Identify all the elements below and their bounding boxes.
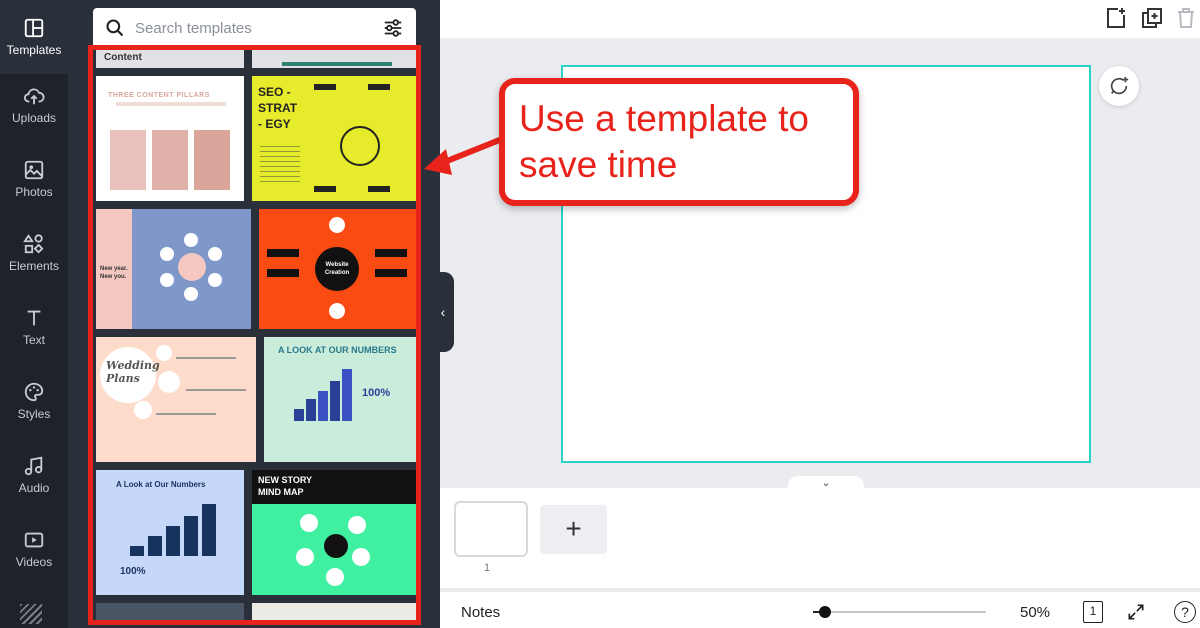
video-icon (24, 532, 44, 548)
callout-text: Use a template to save time (519, 98, 809, 185)
template-title: New year. New you. (100, 266, 128, 280)
more-pattern-icon[interactable] (20, 604, 42, 624)
template-title: SEO - STRAT - EGY (258, 85, 298, 131)
template-thumb[interactable]: Wedding Plans (96, 337, 256, 462)
template-title: Wedding Plans (106, 359, 160, 385)
stat-percent: 100% (120, 566, 146, 577)
nav-item-text[interactable]: Text (0, 290, 68, 364)
text-icon (27, 310, 41, 326)
page-count-button[interactable]: 1 (1083, 601, 1103, 623)
template-thumb[interactable]: SEO - STRAT - EGY (252, 76, 416, 201)
template-thumb[interactable]: THREE CONTENT PILLARS (96, 76, 244, 201)
search-icon (106, 19, 124, 37)
help-button[interactable]: ? (1174, 601, 1196, 623)
template-title: A LOOK AT OUR NUMBERS (278, 345, 397, 355)
nav-item-label: Text (22, 333, 45, 347)
template-thumb[interactable]: Website Creation (259, 209, 416, 329)
callout-box: Use a template to save time (499, 78, 859, 206)
add-page-button[interactable]: + (540, 505, 607, 554)
nav-item-audio[interactable]: Audio (0, 438, 68, 512)
templates-panel: Search templates Content THREE CONTENT P… (68, 0, 440, 628)
template-thumb[interactable]: NEW STORY MIND MAP (252, 470, 416, 595)
nav-item-label: Elements (8, 259, 60, 273)
collapse-panel-button[interactable]: ‹ (432, 272, 454, 352)
nav-item-styles[interactable]: Styles (0, 364, 68, 438)
stat-percent: 100% (362, 387, 391, 399)
nav-item-label: Photos (15, 185, 53, 199)
nav-item-videos[interactable]: Videos (0, 512, 68, 586)
nav-item-label: Videos (15, 555, 53, 569)
image-icon (24, 160, 44, 180)
shapes-icon (23, 234, 44, 254)
cloud-upload-icon (23, 88, 45, 105)
template-thumb[interactable] (252, 50, 416, 68)
nav-item-photos[interactable]: Photos (0, 142, 68, 216)
search-input[interactable]: Search templates (135, 20, 382, 37)
music-note-icon (24, 456, 43, 476)
template-title: THREE CONTENT PILLARS (108, 92, 210, 99)
template-title: Content (104, 52, 142, 63)
template-title: Website Creation (324, 262, 350, 276)
pages-drawer-toggle[interactable]: ⌄ (788, 476, 864, 492)
nav-item-label: Uploads (11, 111, 57, 125)
layout-icon (24, 18, 44, 38)
templates-highlight-box: Content THREE CONTENT PILLARS SEO - STRA… (88, 45, 421, 625)
page-thumbnail[interactable] (454, 501, 528, 557)
nav-rail: Templates Uploads Photos Elements Text S… (0, 0, 68, 628)
comment-plus-icon (1110, 76, 1129, 95)
nav-item-label: Audio (18, 481, 50, 495)
add-comment-button[interactable] (1099, 66, 1139, 106)
filter-icon[interactable] (382, 17, 404, 39)
template-thumb[interactable]: New year. New you. (96, 209, 251, 329)
duplicate-page-icon[interactable] (1140, 6, 1164, 30)
template-thumb[interactable] (96, 603, 244, 620)
add-page-icon[interactable] (1104, 6, 1128, 30)
template-thumb[interactable]: A LOOK AT OUR NUMBERS 100% (264, 337, 416, 462)
template-title: NEW STORY MIND MAP (258, 475, 312, 497)
search-bar[interactable]: Search templates (93, 8, 416, 48)
trash-icon[interactable] (1174, 6, 1198, 30)
template-thumb[interactable]: Content (96, 50, 244, 68)
chevron-left-icon: ‹ (440, 304, 446, 320)
nav-item-uploads[interactable]: Uploads (0, 68, 68, 142)
palette-icon (24, 382, 44, 402)
nav-item-templates[interactable]: Templates (0, 0, 68, 74)
callout-arrow (424, 136, 504, 175)
page-number: 1 (484, 562, 491, 574)
zoom-slider[interactable] (820, 611, 986, 613)
top-toolbar (440, 0, 1200, 38)
nav-item-label: Styles (17, 407, 51, 421)
chevron-down-icon: ⌄ (821, 477, 831, 489)
fullscreen-icon[interactable] (1126, 602, 1146, 622)
zoom-level[interactable]: 50% (1020, 604, 1050, 621)
template-title: A Look at Our Numbers (116, 480, 206, 489)
template-thumb[interactable]: A Look at Our Numbers 100% (96, 470, 244, 595)
nav-item-label: Templates (6, 43, 62, 57)
nav-item-elements[interactable]: Elements (0, 216, 68, 290)
template-thumb[interactable] (252, 603, 416, 620)
zoom-slider-handle[interactable] (819, 606, 831, 618)
notes-button[interactable]: Notes (461, 604, 500, 621)
